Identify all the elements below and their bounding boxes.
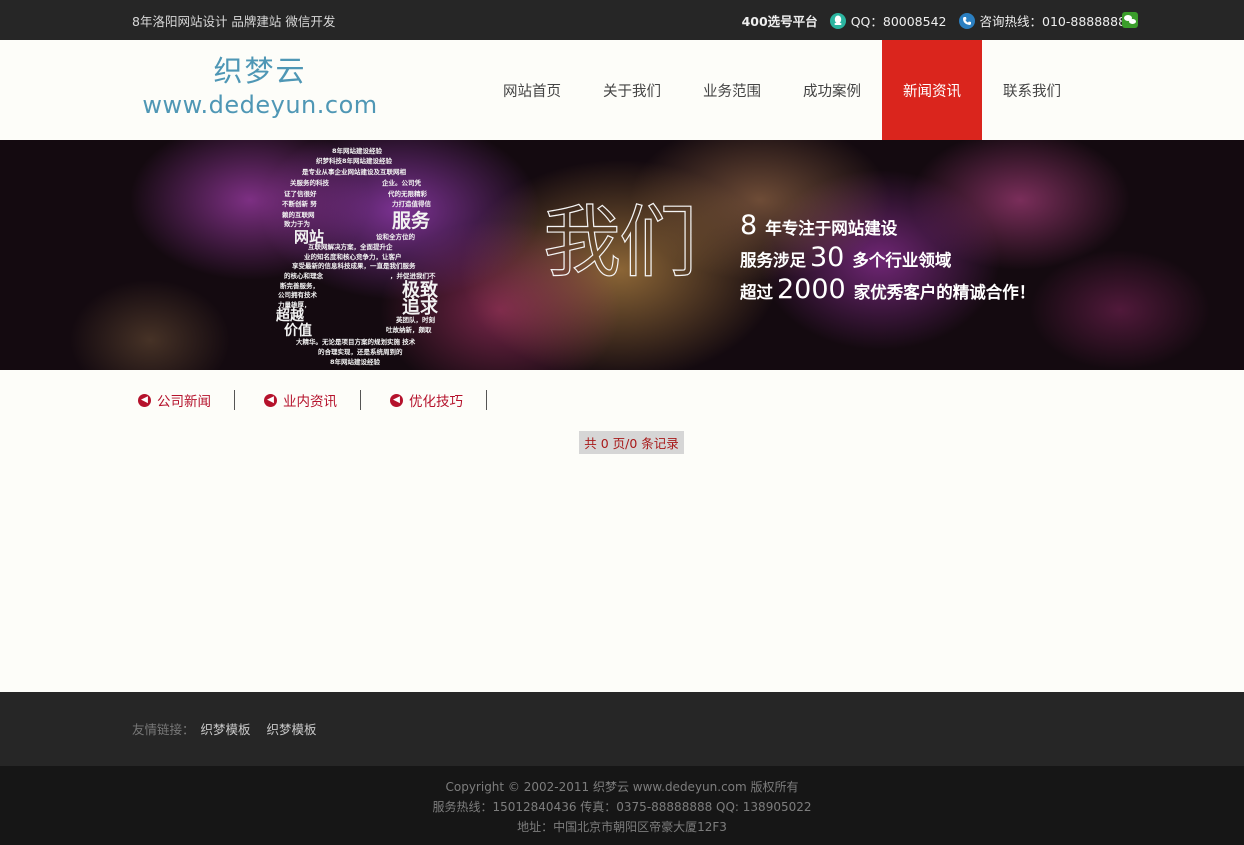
friend-links: 友情链接： 织梦模板 织梦模板: [132, 719, 333, 738]
wordcloud-text: 是专业从事企业网站建设及互联网相: [302, 168, 406, 176]
wordcloud-text: 吐故纳新，颇取: [386, 326, 432, 334]
arrow-left-icon: ◀: [138, 393, 151, 407]
arrow-left-icon: ◀: [264, 393, 277, 407]
nav-item-about[interactable]: 关于我们: [582, 40, 682, 140]
nav-item-cases[interactable]: 成功案例: [782, 40, 882, 140]
banner-wordcloud: 8年网站建设经验 织梦科技8年网站建设经验 是专业从事企业网站建设及互联网相 关…: [270, 142, 445, 368]
wordcloud-text: 织梦科技8年网站建设经验: [316, 157, 393, 165]
nav-item-home[interactable]: 网站首页: [482, 40, 582, 140]
top-contact: 400选号平台 QQ：80008542 咨询热线：010-88888888: [742, 11, 1134, 30]
banner-line-3-text: 家优秀客户的精诚合作！: [853, 283, 1036, 302]
wordcloud-text: 设和全方位的: [376, 233, 415, 241]
wordcloud-text: 英团队，时刻: [396, 316, 435, 324]
site-footer: Copyright © 2002-2011 织梦云 www.dedeyun.co…: [0, 766, 1244, 845]
platform-link[interactable]: 400选号平台: [742, 11, 818, 30]
banner-line-1: 8 年专注于网站建设: [740, 210, 1035, 242]
footer-address: 地址：中国北京市朝阳区帝豪大厦12F3: [517, 820, 727, 834]
nav-item-services[interactable]: 业务范围: [682, 40, 782, 140]
banner-line-3: 超过 2000 家优秀客户的精诚合作！: [740, 274, 1035, 306]
banner-title-women: 我们: [542, 197, 697, 288]
nav-item-news[interactable]: 新闻资讯: [882, 40, 982, 140]
banner-clients: 2000: [777, 274, 846, 305]
site-header: 织梦云 www.dedeyun.com 网站首页 关于我们 业务范围 成功案例 …: [0, 40, 1244, 140]
qq-icon: [829, 12, 846, 29]
qq-contact[interactable]: QQ：80008542: [829, 11, 947, 30]
nav-item-contact[interactable]: 联系我们: [982, 40, 1082, 140]
top-bar: 8年洛阳网站设计 品牌建站 微信开发 400选号平台 QQ：80008542 咨…: [0, 0, 1244, 40]
banner-line-2-text: 多个行业领域: [852, 251, 952, 270]
category-industry-news[interactable]: ◀ 业内资讯: [258, 390, 361, 410]
hotline-contact[interactable]: 咨询热线：010-88888888: [958, 11, 1135, 30]
news-category-nav: ◀ 公司新闻 ◀ 业内资讯 ◀ 优化技巧: [132, 390, 487, 410]
site-logo[interactable]: 织梦云 www.dedeyun.com: [132, 52, 388, 120]
arrow-left-icon: ◀: [390, 393, 403, 407]
top-slogan: 8年洛阳网站设计 品牌建站 微信开发: [132, 14, 336, 29]
wordcloud-text: 关服务的科技: [290, 179, 329, 187]
banner-line-1-text: 年专注于网站建设: [765, 219, 898, 238]
wordcloud-text: 企业。公司凭: [382, 179, 421, 187]
wordcloud-text: 大精华。无论是项目方案的规划实施 技术: [296, 338, 416, 346]
banner-line-3-pre: 超过: [740, 283, 773, 302]
banner-industries: 30: [810, 242, 845, 273]
hero-banner: 8年网站建设经验 织梦科技8年网站建设经验 是专业从事企业网站建设及互联网相 关…: [0, 140, 1244, 370]
banner-line-2-pre: 服务涉足: [740, 251, 806, 270]
banner-line-2: 服务涉足 30 多个行业领域: [740, 242, 1035, 274]
wordcloud-text: 公司拥有技术: [278, 291, 317, 299]
category-seo-tips[interactable]: ◀ 优化技巧: [384, 390, 487, 410]
logo-en: www.dedeyun.com: [142, 91, 378, 119]
category-label: 业内资讯: [283, 394, 337, 410]
wordcloud-text: 8年网站建设经验: [330, 358, 381, 366]
wordcloud-text: 的合理实现，还是系统周到的: [318, 348, 403, 356]
banner-years: 8: [740, 210, 758, 241]
friend-links-label: 友情链接：: [132, 722, 195, 737]
wordcloud-text: 8年网站建设经验: [332, 147, 383, 155]
wordcloud-text: 服务: [392, 210, 431, 232]
friend-link[interactable]: 织梦模板: [267, 719, 317, 738]
pagination-info: 共 0 页/0 条记录: [579, 431, 684, 454]
hotline-number: 咨询热线：010-88888888: [979, 14, 1135, 29]
platform-label: 400选号平台: [741, 14, 818, 29]
banner-slogan: 8 年专注于网站建设 服务涉足 30 多个行业领域 超过 2000 家优秀客户的…: [740, 210, 1035, 306]
logo-cn: 织梦云: [213, 54, 307, 88]
category-company-news[interactable]: ◀ 公司新闻: [132, 390, 235, 410]
wordcloud-text: 不断创新 努: [282, 200, 317, 208]
category-label: 优化技巧: [409, 394, 463, 410]
category-label: 公司新闻: [157, 394, 211, 410]
wordcloud-text: 享受最新的信息科技成果，一直是我们服务: [292, 262, 416, 270]
wechat-icon[interactable]: [1122, 12, 1138, 28]
wordcloud-text: 的核心和理念: [284, 272, 323, 280]
wordcloud-text: 互联网解决方案，全面提升企: [308, 243, 393, 251]
friend-link[interactable]: 织梦模板: [201, 719, 251, 738]
footer-contact: 服务热线：15012840436 传真：0375-88888888 QQ: 13…: [432, 800, 812, 814]
phone-icon: [958, 12, 975, 29]
friend-links-bar: 友情链接： 织梦模板 织梦模板: [0, 692, 1244, 766]
wordcloud-text: 代的无限精彩: [388, 190, 427, 198]
main-nav: 网站首页 关于我们 业务范围 成功案例 新闻资讯 联系我们: [482, 40, 1082, 140]
copyright: Copyright © 2002-2011 织梦云 www.dedeyun.co…: [445, 780, 799, 794]
wordcloud-text: 证了信很好: [284, 190, 317, 198]
qq-number: QQ：80008542: [850, 14, 947, 29]
